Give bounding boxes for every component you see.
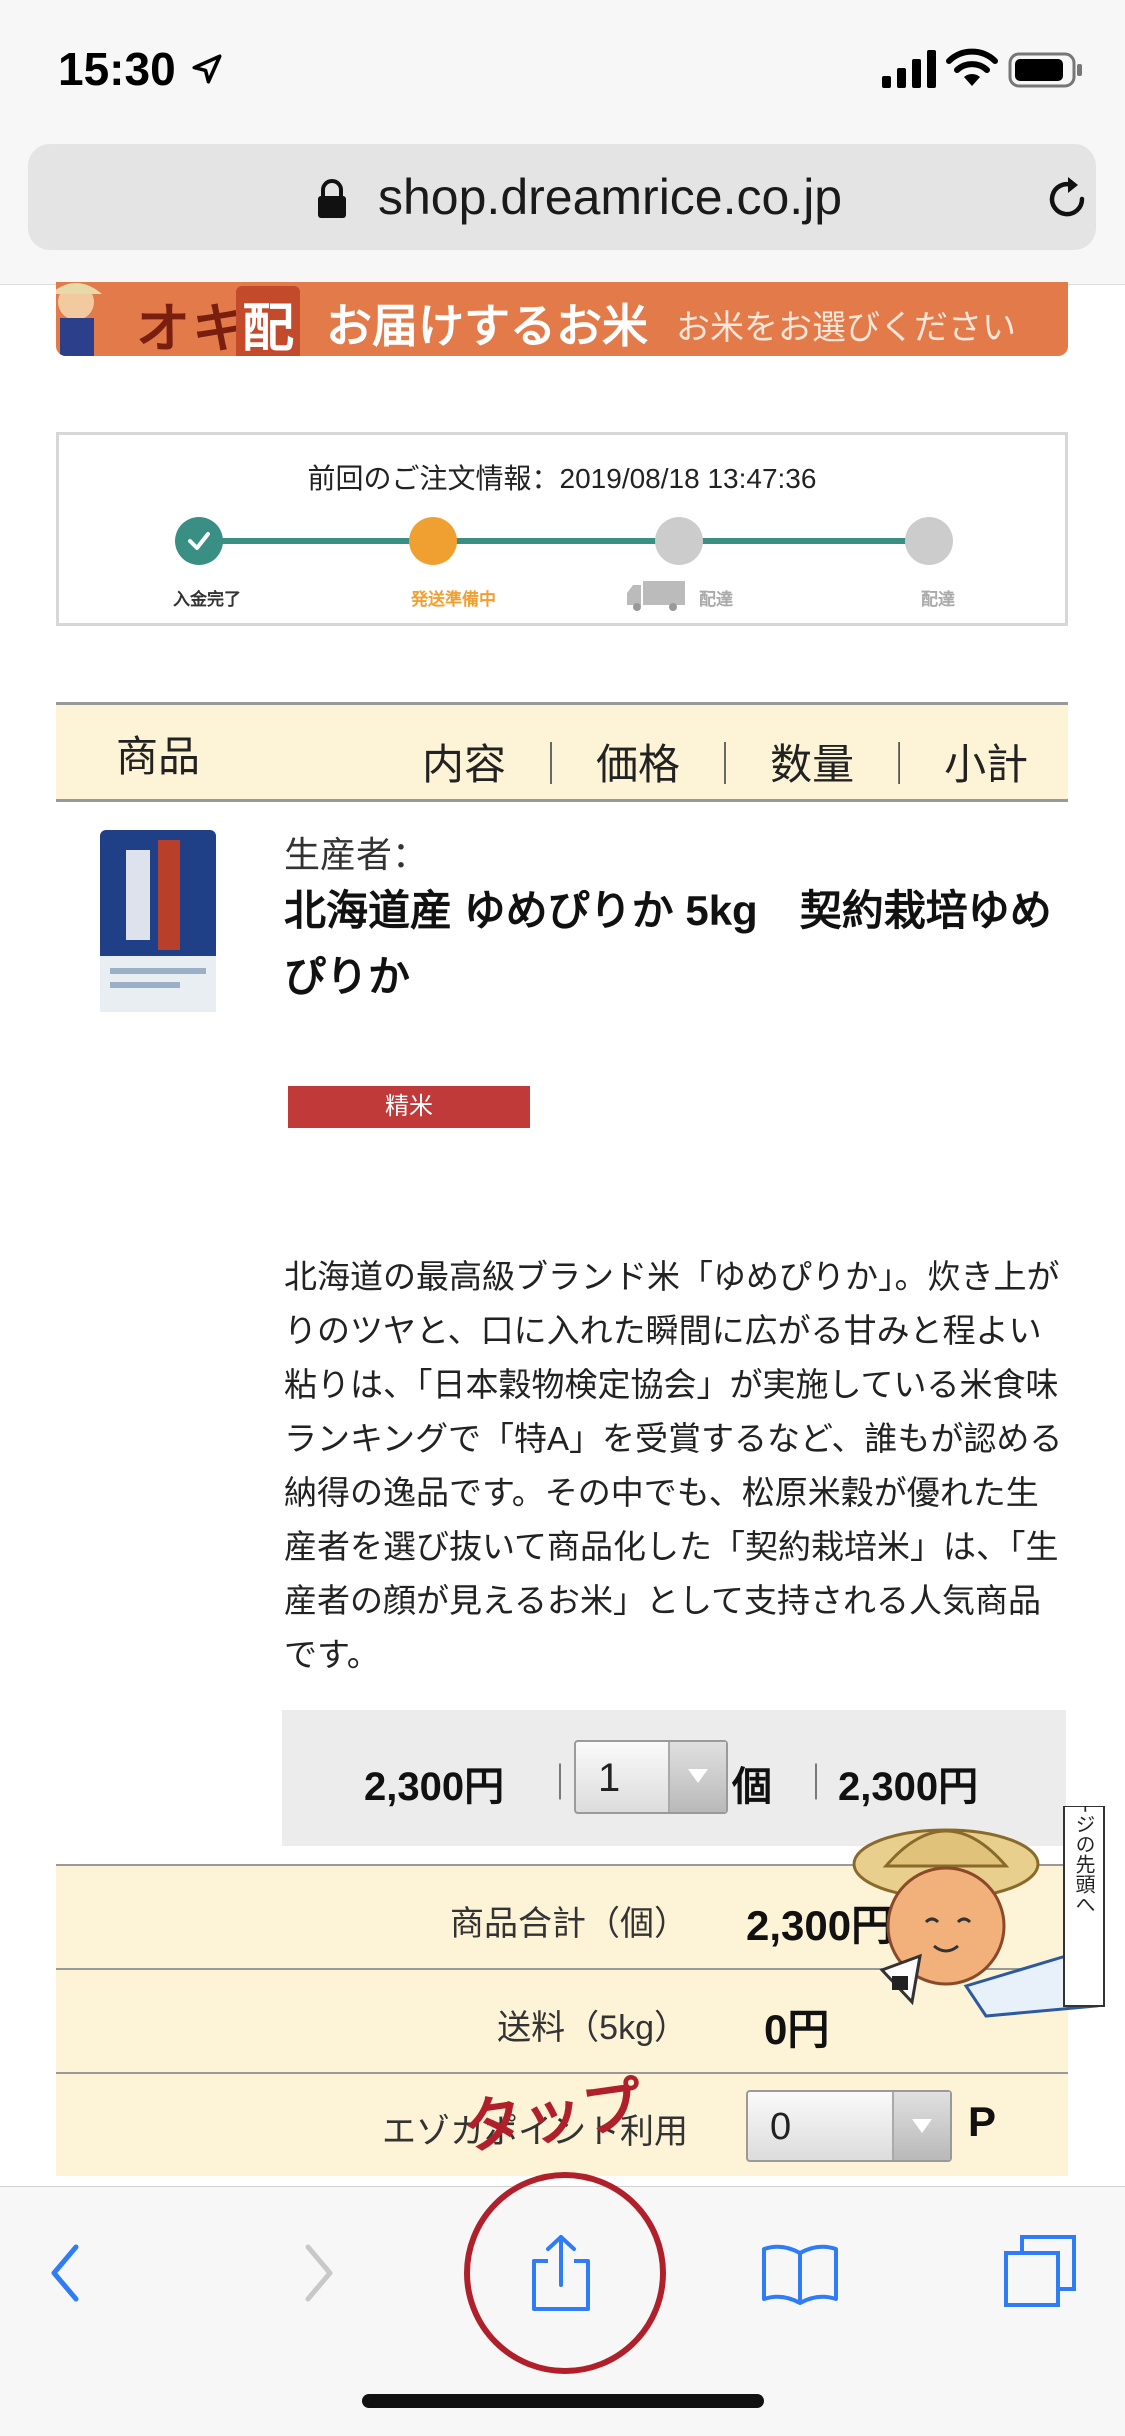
total-label: 商品合計（個） [450, 1905, 688, 1943]
column-header-price: 価格 [596, 741, 681, 788]
shipping-label: 送料（5kg） [497, 2009, 688, 2047]
banner-subtitle: お米をお選びください [676, 309, 1016, 347]
banner-logo-badge: 配 [236, 286, 301, 356]
column-separator: ｜ [798, 1762, 835, 1803]
progress-step-label: 配達 [699, 590, 733, 609]
points-select[interactable]: 0 [746, 2090, 952, 2162]
lock-icon [318, 179, 346, 218]
forward-arrow-icon[interactable] [298, 2241, 338, 2305]
line-subtotal: 2,300円 [838, 1765, 979, 1809]
cellular-signal-icon [882, 50, 936, 88]
bookmarks-icon[interactable] [760, 2241, 840, 2305]
reload-icon[interactable] [1042, 174, 1092, 224]
progress-track [199, 538, 929, 544]
banner-logo-text: オキ [136, 299, 248, 356]
back-arrow-icon[interactable] [46, 2241, 86, 2305]
column-headers: 内容 ｜ 価格 ｜ 数量 ｜ 小計 [410, 731, 1040, 792]
progress-step-label: 発送準備中 [411, 590, 496, 609]
progress-step-label: 入金完了 [173, 590, 241, 609]
product-description: 北海道の最高級ブランド米「ゆめぴりか」。炊き上がりのツヤと、口に入れた瞬間に広が… [284, 1258, 1063, 1673]
order-status-panel: 前回のご注文情報：2019/08/18 13:47:36 入金完了 発送準備中 … [56, 432, 1068, 626]
quantity-dropdown-arrow[interactable] [668, 1742, 726, 1812]
rice-type-tag: 精米 [288, 1086, 530, 1128]
status-time: 15:30 [58, 43, 176, 95]
back-to-top-caption: このページの先頭へ [1072, 1806, 1096, 1914]
quantity-unit: 個 [732, 1765, 772, 1809]
home-indicator[interactable] [362, 2394, 764, 2408]
column-separator: ｜ [530, 741, 573, 788]
quantity-select[interactable]: 1 [574, 1740, 728, 1814]
status-bar: 15:30 [0, 0, 1125, 140]
column-header-quantity: 数量 [770, 741, 855, 788]
order-table-header: 商品 内容 ｜ 価格 ｜ 数量 ｜ 小計 [56, 702, 1068, 802]
check-icon [188, 532, 210, 550]
location-arrow-icon [192, 54, 222, 84]
progress-step-delivered [905, 517, 953, 565]
banner-title: お届けするお米 [326, 300, 648, 352]
rice-bag-image[interactable] [96, 826, 220, 1016]
column-separator: ｜ [704, 741, 747, 788]
product-name[interactable]: 北海道産 ゆめぴりか 5kg 契約栽培ゆめぴりか [284, 878, 1064, 1010]
points-value: 0 [770, 2106, 792, 2148]
truck-icon [627, 581, 685, 611]
chevron-down-icon [912, 2119, 932, 2133]
points-unit: P [968, 2098, 997, 2145]
browser-address-area: shop.dreamrice.co.jp [0, 140, 1125, 285]
progress-step-shipping [655, 517, 703, 565]
chevron-down-icon [688, 1769, 708, 1783]
previous-order-info: 前回のご注文情報：2019/08/18 13:47:36 [307, 463, 817, 494]
quantity-value: 1 [598, 1756, 621, 1800]
column-separator: ｜ [878, 741, 921, 788]
url-text[interactable]: shop.dreamrice.co.jp [378, 168, 842, 226]
column-separator: ｜ [542, 1762, 579, 1803]
wifi-icon [946, 48, 998, 86]
address-bar[interactable]: shop.dreamrice.co.jp [28, 144, 1096, 250]
farmer-mascot-icon [56, 283, 102, 356]
producer-label: 生産者： [284, 834, 429, 875]
column-header-content: 内容 [422, 741, 507, 788]
tap-highlight-circle [464, 2172, 666, 2374]
progress-step-label: 配達 [921, 590, 955, 609]
back-to-top-mascot-icon[interactable]: このページの先頭へ [846, 1806, 1108, 2032]
page-banner: オキ 配 お届けするお米 お米をお選びください [56, 282, 1068, 356]
column-header-product: 商品 [116, 733, 201, 780]
points-dropdown-arrow[interactable] [892, 2092, 950, 2160]
shipping-value: 0円 [764, 2006, 830, 2053]
battery-icon [1008, 52, 1082, 88]
progress-step-paid [175, 517, 223, 565]
progress-step-preparing [409, 517, 457, 565]
column-header-subtotal: 小計 [944, 741, 1029, 788]
tabs-icon[interactable] [1002, 2233, 1078, 2309]
unit-price: 2,300円 [364, 1765, 505, 1809]
